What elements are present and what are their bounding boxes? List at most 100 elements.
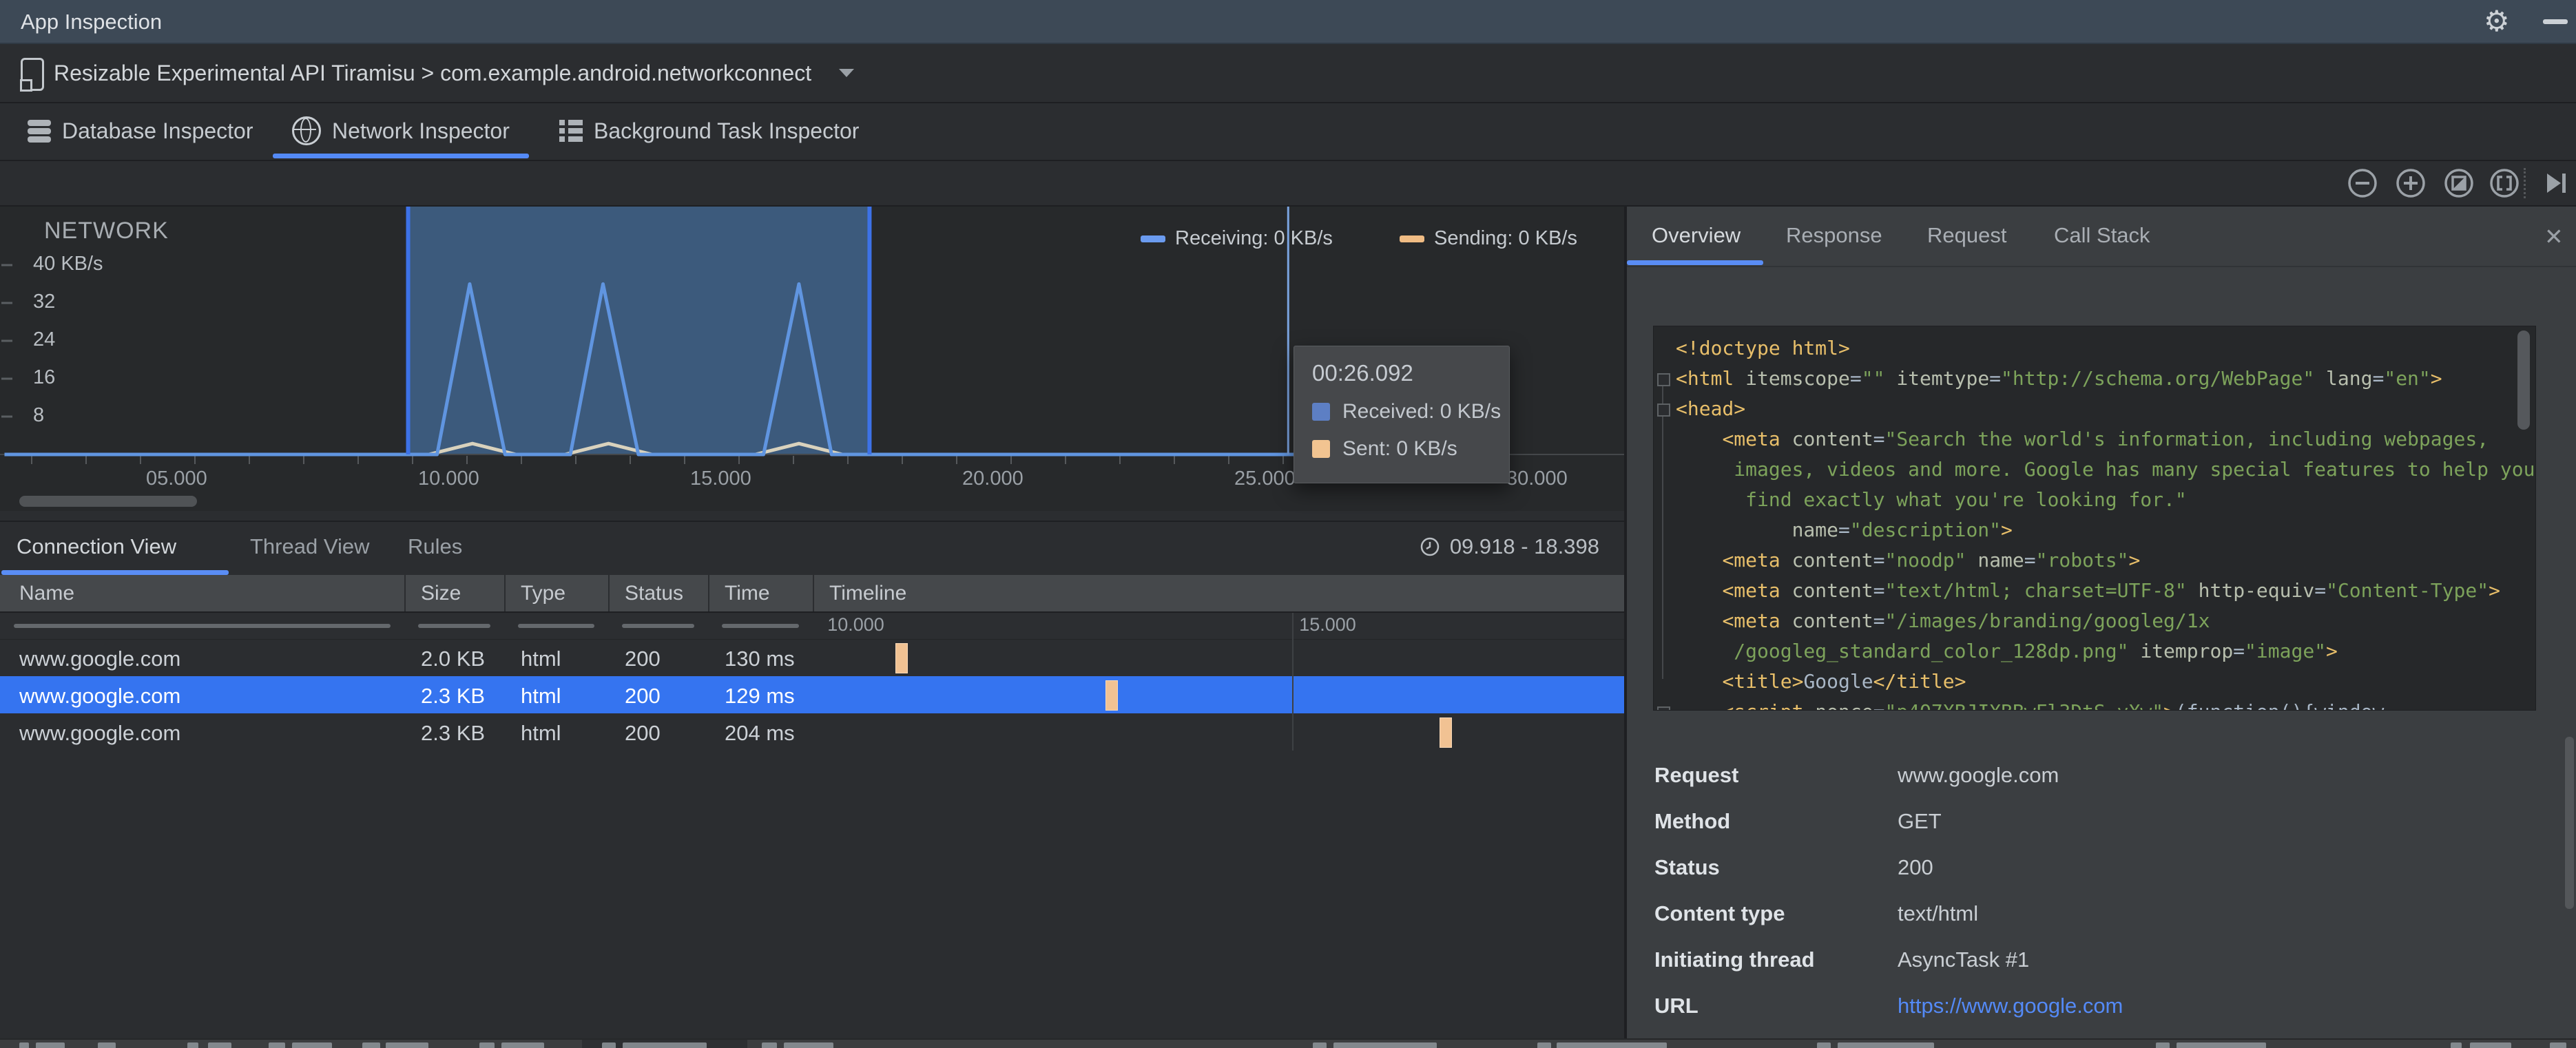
- bottom-tool-fragment: [1557, 1042, 1667, 1048]
- clock-icon: [1420, 537, 1440, 556]
- column-header-name[interactable]: Name: [19, 582, 74, 605]
- field-value-link[interactable]: https://www.google.com: [1898, 994, 2123, 1018]
- bottom-tool-fragment: [36, 1042, 65, 1048]
- bottom-toolbar[interactable]: [0, 1038, 2576, 1048]
- fold-marker-icon[interactable]: [1657, 373, 1670, 386]
- bottom-tool-fragment: [501, 1042, 544, 1048]
- code-token: </title>: [1873, 670, 1966, 693]
- zoom-to-selection-icon[interactable]: [2488, 167, 2521, 200]
- code-line: <head>: [1676, 394, 1745, 424]
- svg-text:20.000: 20.000: [962, 468, 1024, 490]
- timeline-request-marker[interactable]: [1105, 680, 1119, 711]
- bottom-tool-fragment: [1838, 1042, 1934, 1048]
- view-tab-rules[interactable]: Rules: [408, 534, 462, 559]
- skip-to-end-icon[interactable]: [2539, 167, 2572, 200]
- column-header-size[interactable]: Size: [421, 582, 461, 605]
- tab-label: Database Inspector: [62, 118, 253, 143]
- table-row[interactable]: www.google.com 2.0 KB html 200 130 ms: [0, 639, 1624, 676]
- column-grip[interactable]: [622, 624, 694, 628]
- column-grip[interactable]: [722, 624, 799, 628]
- timeline-request-marker[interactable]: [895, 643, 908, 673]
- process-selector-label[interactable]: Resizable Experimental API Tiramisu > co…: [54, 61, 811, 86]
- code-gutter: [1662, 376, 1663, 679]
- column-separator: [504, 575, 506, 611]
- bottom-tool-fragment: [784, 1042, 833, 1048]
- fold-marker-icon[interactable]: [1657, 404, 1670, 417]
- view-tab-connection-view[interactable]: Connection View: [17, 534, 176, 559]
- cell-status: 200: [625, 647, 661, 671]
- task-list-icon: [559, 117, 583, 145]
- code-token: <head>: [1676, 397, 1746, 420]
- detail-field-row: URL https://www.google.com: [1654, 994, 2550, 1040]
- code-token: itemscope: [1745, 367, 1850, 390]
- bottom-tool-fragment: [2156, 1042, 2170, 1048]
- code-token: "/images/branding/googleg/1x: [1884, 609, 2210, 632]
- detail-field-row: Request www.google.com: [1654, 763, 2550, 809]
- detail-tab-overview[interactable]: Overview: [1652, 223, 1741, 248]
- tab-network-inspector[interactable]: Network Inspector: [273, 103, 529, 158]
- view-tab-thread-view[interactable]: Thread View: [250, 534, 369, 559]
- table-row[interactable]: www.google.com 2.3 KB html 200 204 ms: [0, 713, 1624, 751]
- code-token: "robots": [2035, 549, 2129, 572]
- code-token: find exactly what you're looking for.": [1676, 488, 2187, 511]
- code-token: =: [2233, 640, 2245, 662]
- fold-marker-icon[interactable]: [1657, 706, 1670, 710]
- column-grip[interactable]: [518, 624, 594, 628]
- reset-zoom-icon[interactable]: [2442, 167, 2475, 200]
- code-token: content: [1791, 579, 1873, 602]
- column-grip[interactable]: [418, 624, 490, 628]
- column-header-timeline[interactable]: Timeline: [829, 582, 906, 605]
- bottom-tool-fragment: [292, 1042, 332, 1048]
- detail-tab-call-stack[interactable]: Call Stack: [2054, 223, 2150, 248]
- code-line: find exactly what you're looking for.": [1676, 485, 2187, 515]
- tab-database-inspector[interactable]: Database Inspector: [28, 103, 253, 158]
- tab-background-task-inspector[interactable]: Background Task Inspector: [559, 103, 859, 158]
- chart-tooltip: 00:26.092 Received: 0 KB/s Sent: 0 KB/s: [1294, 346, 1510, 483]
- timeline-gridline: [1292, 613, 1294, 751]
- field-label: Method: [1654, 809, 1731, 833]
- code-token: <html: [1676, 367, 1734, 390]
- bottom-tool-fragment: [2177, 1042, 2266, 1048]
- code-token: "Search the world's information, includi…: [1884, 428, 2489, 450]
- column-header-time[interactable]: Time: [725, 582, 770, 605]
- hide-window-icon[interactable]: [2543, 19, 2568, 24]
- table-row[interactable]: www.google.com 2.3 KB html 200 129 ms: [0, 676, 1624, 713]
- bottom-tool-fragment: [208, 1042, 231, 1048]
- detail-tab-response[interactable]: Response: [1786, 223, 1882, 248]
- zoom-out-icon[interactable]: [2346, 167, 2379, 200]
- code-line: <meta content="noodp" name="robots">: [1676, 545, 2140, 576]
- network-chart[interactable]: NETWORK 05.000 10.000 15.000 20.000 25.000 30…: [0, 207, 1624, 511]
- svg-text:25.000: 25.000: [1234, 468, 1296, 490]
- code-token: name: [1791, 518, 1839, 541]
- code-token: nonce: [1815, 700, 1873, 710]
- response-preview-code[interactable]: <!doctype html> <html itemscope="" itemty…: [1653, 326, 2536, 711]
- column-grip[interactable]: [14, 624, 391, 628]
- connection-table-header[interactable]: Name Size Type Status Time Timeline: [0, 575, 1624, 613]
- close-icon[interactable]: ✕: [2544, 223, 2564, 250]
- timeline-tick-label: 10.000: [827, 614, 884, 635]
- code-token: <!doctype html>: [1676, 337, 1850, 359]
- process-selector-bar[interactable]: Resizable Experimental API Tiramisu > co…: [0, 44, 2576, 103]
- timeline-request-marker[interactable]: [1440, 717, 1453, 748]
- settings-gear-icon[interactable]: ⚙: [2484, 4, 2510, 38]
- cell-size: 2.3 KB: [421, 721, 486, 745]
- bottom-tool-fragment: [762, 1042, 777, 1048]
- titlebar: App Inspection ⚙: [0, 0, 2576, 44]
- y-axis-label: 40 KB/s: [33, 253, 103, 275]
- bottom-tool-fragment: [623, 1042, 707, 1048]
- chevron-down-icon[interactable]: [839, 69, 854, 77]
- active-tab-underline: [273, 154, 529, 158]
- column-header-type[interactable]: Type: [521, 582, 565, 605]
- column-header-status[interactable]: Status: [625, 582, 683, 605]
- panel-scrollbar[interactable]: [2565, 737, 2574, 909]
- code-token: =: [1873, 700, 1885, 710]
- code-scrollbar[interactable]: [2517, 331, 2530, 430]
- column-separator: [608, 575, 610, 611]
- zoom-in-icon[interactable]: [2394, 167, 2427, 200]
- detail-tab-request[interactable]: Request: [1927, 223, 2006, 248]
- code-token: =: [2024, 549, 2036, 572]
